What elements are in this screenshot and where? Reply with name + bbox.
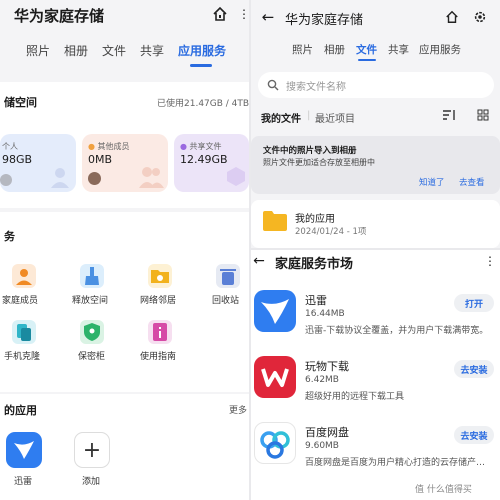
card-shared-label: ● 共享文件 [180,142,222,151]
files-title: 华为家庭存储 [285,13,364,28]
card-other-members[interactable]: ● 其他成员 0MB [82,134,168,192]
app-name: 百度网盘 [305,426,349,439]
notice-title: 文件中的照片导入到相册 [263,146,357,156]
more-icon[interactable]: ⋮ [483,254,497,268]
app-row-wanwu[interactable]: 玩物下载 6.42MB 超级好用的远程下载工具 去安装 [251,356,500,426]
tab-albums[interactable]: 相册 [64,42,88,59]
search-input[interactable]: 搜索文件名称 [258,72,494,98]
card-personal-value: 98GB [2,153,33,166]
broom-icon[interactable] [80,264,104,288]
search-placeholder: 搜索文件名称 [286,82,346,93]
notice-text: 照片文件更加适合存放至相册中 [263,158,375,167]
open-button[interactable]: 打开 [454,294,494,312]
avatar [88,172,101,185]
service-family-members[interactable]: 家庭成员 [2,293,38,306]
app-description: 百度网盘是百度为用户精心打造的云存储产… [305,458,486,468]
home-icon[interactable] [210,5,230,23]
market-title: 家庭服务市场 [275,257,354,272]
search-icon [266,78,280,92]
tab-files[interactable]: 文件 [102,42,126,59]
back-arrow-icon[interactable]: ← [251,253,267,269]
card-shared-files[interactable]: ● 共享文件 12.49GB [174,134,249,192]
home-icon[interactable] [443,8,461,26]
folder-name: 我的应用 [295,214,335,225]
service-market-panel: ← 家庭服务市场 ⋮ 迅雷 16.44MB 迅雷-下载协议全覆盖，并为用户下载满… [251,250,500,500]
left-panel: 华为家庭存储 ⋮ 照片 相册 文件 共享 应用服务 储空间 已使用21.47GB… [0,0,249,500]
app-size: 16.44MB [305,309,345,319]
app-description: 迅雷-下载协议全覆盖，并为用户下载满带宽。 [305,326,489,336]
active-tab-indicator [358,59,376,61]
tab-photos[interactable]: 照片 [292,42,313,57]
folder-icon [263,210,287,232]
active-tab-indicator [190,64,212,67]
xunlei-app-icon[interactable] [6,432,42,468]
safe-icon[interactable] [80,320,104,344]
phone-clone-icon[interactable] [12,320,36,344]
app-name: 玩物下载 [305,360,349,373]
app-description: 超级好用的远程下载工具 [305,392,405,402]
my-apps-heading: 的应用 [4,404,37,417]
card-other-label: ● 其他成员 [88,142,130,151]
baidu-app-icon [254,422,296,464]
storage-heading: 储空间 [4,96,37,109]
add-icon[interactable]: + [74,432,110,468]
main-tabs: 照片 相册 文件 共享 应用服务 [26,42,246,62]
avatar [0,174,12,186]
service-free-space[interactable]: 释放空间 [72,293,108,306]
app-size: 9.60MB [305,441,339,451]
tab-photos[interactable]: 照片 [26,42,50,59]
card-shared-value: 12.49GB [180,153,228,166]
service-recycle-bin[interactable]: 回收站 [212,293,239,306]
tab-app-services[interactable]: 应用服务 [419,42,461,57]
app-size: 6.42MB [305,375,339,385]
service-guide[interactable]: 使用指南 [140,349,176,362]
person-icon [48,166,72,188]
dismiss-button[interactable]: 知道了 [419,176,445,188]
more-link[interactable]: 更多 [229,403,247,416]
sort-icon[interactable] [441,108,457,122]
import-notice: 文件中的照片导入到相册 照片文件更加适合存放至相册中 知道了 去查看 [251,136,500,194]
view-button[interactable]: 去查看 [459,176,485,188]
card-personal[interactable]: 个人 98GB [0,134,76,192]
app-title: 华为家庭存储 [14,7,105,25]
services-heading: 务 [4,230,15,243]
wanwu-app-icon [254,356,296,398]
files-panel: ← 华为家庭存储 照片 相册 文件 共享 应用服务 搜索文件名称 我的文件 | … [251,0,500,248]
back-arrow-icon[interactable]: ← [259,8,277,26]
network-folder-icon[interactable] [148,264,172,288]
gear-icon[interactable] [471,8,489,26]
app-row-xunlei[interactable]: 迅雷 16.44MB 迅雷-下载协议全覆盖，并为用户下载满带宽。 打开 [251,290,500,360]
xunlei-app-icon [254,290,296,332]
service-safe[interactable]: 保密柜 [78,349,105,362]
install-button[interactable]: 去安装 [454,426,494,444]
storage-used: 已使用21.47GB / 4TB [157,99,249,109]
card-personal-label: 个人 [2,142,18,151]
more-icon[interactable]: ⋮ [238,5,249,23]
folder-my-apps[interactable]: 我的应用 2024/01/24 - 1项 [251,200,500,248]
tab-files[interactable]: 文件 [356,42,377,57]
tab-shared[interactable]: 共享 [140,42,164,59]
my-app-xunlei[interactable]: 迅雷 [14,474,32,487]
app-name: 迅雷 [305,294,327,307]
install-button[interactable]: 去安装 [454,360,494,378]
group-icon [138,164,164,188]
my-app-add[interactable]: 添加 [82,474,100,487]
tab-albums[interactable]: 相册 [324,42,345,57]
subtab-recent[interactable]: 最近项目 [315,110,355,125]
subtab-divider: | [307,110,311,121]
folder-meta: 2024/01/24 - 1项 [295,227,367,237]
trash-icon[interactable] [216,264,240,288]
watermark: 值 什么值得买 [415,485,472,495]
tab-app-services[interactable]: 应用服务 [178,42,226,59]
service-network[interactable]: 网络邻居 [140,293,176,306]
service-phone-clone[interactable]: 手机克隆 [4,349,40,362]
subtab-my-files[interactable]: 我的文件 [261,110,301,125]
card-other-value: 0MB [88,153,113,166]
grid-view-icon[interactable] [475,108,491,122]
family-members-icon[interactable] [12,264,36,288]
tab-shared[interactable]: 共享 [388,42,409,57]
cube-icon [224,164,248,188]
guide-icon[interactable] [148,320,172,344]
